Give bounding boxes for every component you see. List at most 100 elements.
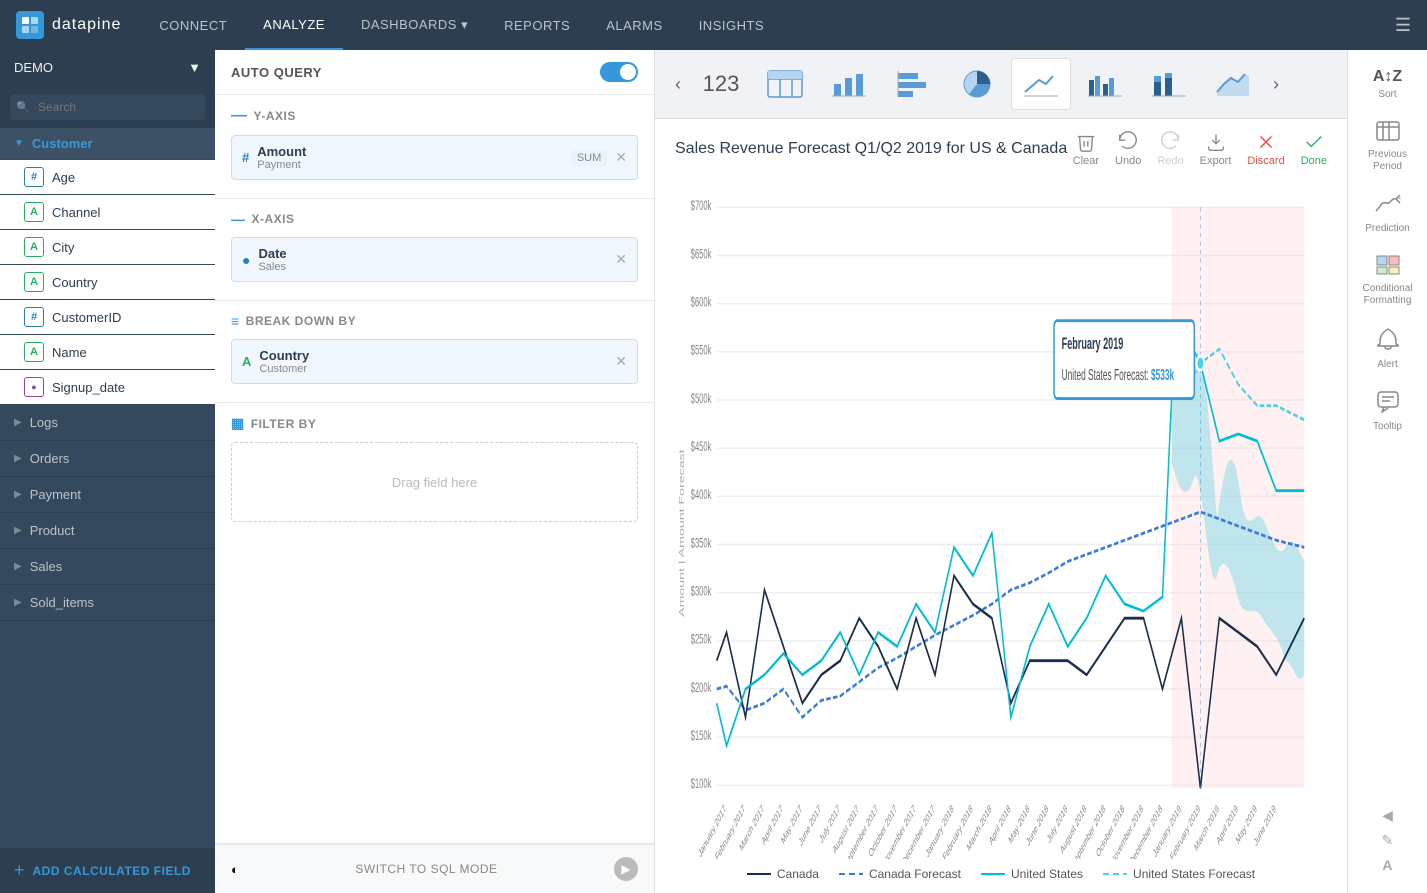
group-sold-items[interactable]: ▶ Sold_items bbox=[0, 585, 215, 621]
chart-type-area[interactable] bbox=[1203, 58, 1263, 110]
plus-icon: + bbox=[14, 860, 25, 881]
export-label: Export bbox=[1200, 155, 1232, 167]
svg-text:$350k: $350k bbox=[691, 536, 712, 551]
y-axis-label: — Y-AXIS bbox=[231, 107, 638, 125]
x-field-sub: Sales bbox=[258, 261, 607, 273]
sql-mode-label: SWITCH TO SQL MODE bbox=[355, 862, 497, 876]
sql-mode-button[interactable]: ▶ bbox=[614, 857, 638, 881]
group-product[interactable]: ▶ Product bbox=[0, 513, 215, 549]
x-axis-section: — X-AXIS ● Date Sales ✕ bbox=[215, 199, 654, 301]
legend-us-label: United States bbox=[1011, 867, 1083, 881]
alert-icon bbox=[1377, 327, 1399, 356]
auto-query-toggle[interactable] bbox=[600, 62, 638, 82]
add-calculated-field-button[interactable]: + ADD CALCULATED FIELD bbox=[0, 848, 215, 893]
filter-icon: ▦ bbox=[231, 415, 245, 432]
hbar-chart-icon bbox=[895, 70, 931, 98]
filter-section: ▦ FILTER BY Drag field here bbox=[215, 403, 654, 844]
chart-type-table[interactable] bbox=[755, 58, 815, 110]
y-axis-section: — Y-AXIS # Amount Payment SUM ✕ bbox=[215, 95, 654, 199]
x-axis-label: — X-AXIS bbox=[231, 211, 638, 227]
alert-panel-item[interactable]: Alert bbox=[1354, 319, 1422, 379]
pencil-icon[interactable]: ✎ bbox=[1382, 832, 1394, 849]
prediction-panel-item[interactable]: Prediction bbox=[1354, 185, 1422, 243]
chart-area: ‹ 123 bbox=[655, 50, 1347, 893]
nav-insights[interactable]: INSIGHTS bbox=[681, 0, 782, 50]
search-input[interactable] bbox=[10, 94, 205, 120]
svg-text:$400k: $400k bbox=[691, 488, 712, 503]
field-channel-label: Channel bbox=[52, 205, 100, 220]
y-field-chip[interactable]: # Amount Payment SUM ✕ bbox=[231, 135, 638, 180]
field-name[interactable]: A Name bbox=[0, 335, 215, 369]
hash-icon: # bbox=[24, 307, 44, 327]
group-orders[interactable]: ▶ Orders bbox=[0, 441, 215, 477]
chart-type-grouped-bar[interactable] bbox=[1075, 58, 1135, 110]
field-channel[interactable]: A Channel bbox=[0, 195, 215, 229]
y-field-close-button[interactable]: ✕ bbox=[615, 149, 627, 166]
chart-type-stacked-bar[interactable] bbox=[1139, 58, 1199, 110]
breakdown-chip[interactable]: A Country Customer ✕ bbox=[231, 339, 638, 384]
field-country[interactable]: A Country bbox=[0, 265, 215, 299]
done-button[interactable]: Done bbox=[1301, 131, 1327, 167]
nav-dashboards[interactable]: DASHBOARDS ▾ bbox=[343, 0, 486, 50]
y-field-name: Amount bbox=[257, 144, 563, 159]
customer-group-label: Customer bbox=[32, 136, 93, 151]
query-header: AUTO QUERY bbox=[215, 50, 654, 95]
field-name-label: Name bbox=[52, 345, 87, 360]
bar-chart-icon bbox=[831, 70, 867, 98]
discard-button[interactable]: Discard bbox=[1247, 131, 1284, 167]
x-field-chip[interactable]: ● Date Sales ✕ bbox=[231, 237, 638, 282]
clock-icon: ● bbox=[242, 252, 250, 268]
field-signup-date[interactable]: ● Signup_date bbox=[0, 370, 215, 404]
clear-button[interactable]: Clear bbox=[1073, 131, 1099, 167]
chart-type-hbar[interactable] bbox=[883, 58, 943, 110]
chart-type-prev-button[interactable]: ‹ bbox=[667, 70, 689, 99]
hamburger-icon[interactable]: ☰ bbox=[1395, 15, 1411, 36]
group-logs[interactable]: ▶ Logs bbox=[0, 405, 215, 441]
legend-canada: Canada bbox=[747, 867, 819, 881]
previous-period-panel-item[interactable]: Previous Period bbox=[1354, 113, 1422, 181]
theme-toggle-icon[interactable]: ◐ bbox=[231, 862, 239, 877]
nav-reports[interactable]: REPORTS bbox=[486, 0, 588, 50]
chart-type-pie[interactable] bbox=[947, 58, 1007, 110]
chevron-left-icon[interactable]: ◀ bbox=[1382, 807, 1393, 824]
chevron-right-icon: ▶ bbox=[14, 561, 22, 572]
svg-text:United States Forecast: $533k: United States Forecast: $533k bbox=[1062, 366, 1175, 383]
prediction-label: Prediction bbox=[1365, 223, 1409, 235]
demo-selector[interactable]: DEMO ▼ bbox=[0, 50, 215, 86]
group-sales[interactable]: ▶ Sales bbox=[0, 549, 215, 585]
customer-group-header[interactable]: ▼ Customer bbox=[0, 128, 215, 159]
export-button[interactable]: Export bbox=[1200, 131, 1232, 167]
chart-type-next-button[interactable]: › bbox=[1265, 70, 1287, 99]
field-age[interactable]: # Age bbox=[0, 160, 215, 194]
alpha-icon: A bbox=[242, 354, 251, 369]
customer-group: ▼ Customer # Age A Channel A City A Coun… bbox=[0, 128, 215, 405]
chart-type-number[interactable]: 123 bbox=[691, 58, 751, 110]
alpha-icon: A bbox=[24, 272, 44, 292]
x-field-close-button[interactable]: ✕ bbox=[615, 251, 627, 268]
redo-label: Redo bbox=[1157, 155, 1183, 167]
chart-type-bar[interactable] bbox=[819, 58, 879, 110]
tooltip-panel-item[interactable]: Tooltip bbox=[1354, 383, 1422, 441]
sort-panel-item[interactable]: A↕Z Sort bbox=[1354, 60, 1422, 109]
field-city[interactable]: A City bbox=[0, 230, 215, 264]
breakdown-field-close-button[interactable]: ✕ bbox=[615, 353, 627, 370]
redo-button[interactable]: Redo bbox=[1157, 131, 1183, 167]
legend-us: United States bbox=[981, 867, 1083, 881]
nav-connect[interactable]: CONNECT bbox=[141, 0, 245, 50]
y-field-sub: Payment bbox=[257, 159, 563, 171]
nav-alarms[interactable]: ALARMS bbox=[588, 0, 680, 50]
group-payment[interactable]: ▶ Payment bbox=[0, 477, 215, 513]
chevron-right-icon: ▶ bbox=[14, 417, 22, 428]
text-icon[interactable]: A bbox=[1382, 857, 1392, 873]
conditional-formatting-panel-item[interactable]: Conditional Formatting bbox=[1354, 247, 1422, 315]
field-customerid[interactable]: # CustomerID bbox=[0, 300, 215, 334]
logo[interactable]: datapine bbox=[16, 11, 121, 39]
chart-type-line[interactable] bbox=[1011, 58, 1071, 110]
logo-text: datapine bbox=[52, 16, 121, 34]
svg-text:$300k: $300k bbox=[691, 584, 712, 599]
svg-text:$200k: $200k bbox=[691, 681, 712, 696]
hash-icon: # bbox=[242, 150, 249, 165]
undo-button[interactable]: Undo bbox=[1115, 131, 1141, 167]
alert-label: Alert bbox=[1377, 359, 1398, 371]
nav-analyze[interactable]: ANALYZE bbox=[245, 0, 343, 50]
